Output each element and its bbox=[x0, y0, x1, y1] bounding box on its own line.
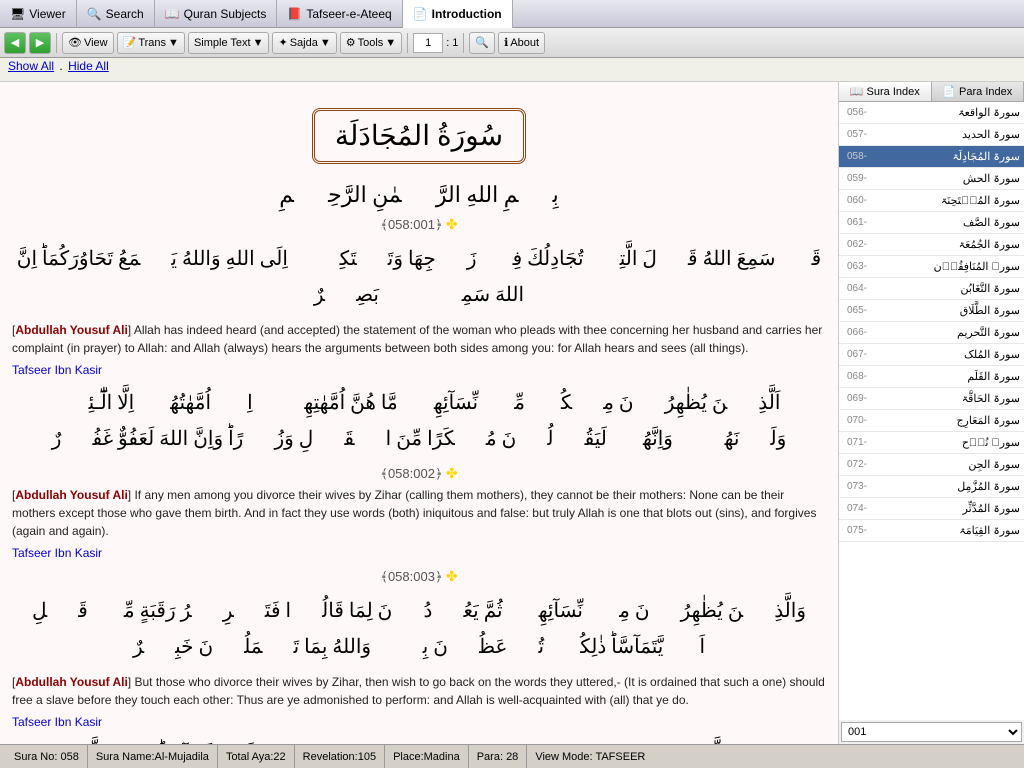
star-icon-3: ✤ bbox=[446, 568, 458, 584]
secondary-toolbar: Show All . Hide All bbox=[0, 58, 1024, 82]
verse-arabic-1: ✤ ﴿058:001﴾ قَدۡ سَمِعَ اللهُ قَوۡلَ الَ… bbox=[12, 216, 826, 313]
sura-list-item[interactable]: سورۃ الجُمُعَۃ062- bbox=[839, 234, 1024, 256]
viewer-icon: 🖥 bbox=[10, 7, 25, 21]
sura-list-item[interactable]: سورۃ الصَّف061- bbox=[839, 212, 1024, 234]
status-sura-no: Sura No: 058 bbox=[6, 745, 88, 768]
hide-all-link[interactable]: Hide All bbox=[68, 59, 109, 73]
sajda-arrow: ▼ bbox=[320, 37, 331, 49]
page-sep: : 1 bbox=[446, 37, 458, 49]
sura-list-item[interactable]: سورۃ المَعَارِج070- bbox=[839, 410, 1024, 432]
sura-list-item[interactable]: سورۃ الطَّلَاق065- bbox=[839, 300, 1024, 322]
sura-list-item[interactable]: سورۃ القَلَم068- bbox=[839, 366, 1024, 388]
para-select[interactable]: 001 bbox=[841, 722, 1022, 742]
search-icon: 🔍 bbox=[475, 36, 489, 49]
info-icon: ℹ bbox=[504, 36, 508, 49]
surah-title-container: سُورَةُ المُجَادَلَة bbox=[12, 98, 826, 174]
translation-2: [Abdullah Yousuf Ali] If any men among y… bbox=[12, 486, 826, 540]
sura-list-item[interactable]: سورۃ المُمۡتَحِنَۃ060- bbox=[839, 190, 1024, 212]
tab-quran-subjects[interactable]: 📖 Quran Subjects bbox=[155, 0, 278, 28]
verse-block-4: فَمَنۡ لَّمۡ يَجِدۡ فَصِيَامُ شَهۡرَيۡنِ… bbox=[12, 737, 826, 744]
sura-list-item[interactable]: سورۃ الجِن072- bbox=[839, 454, 1024, 476]
verse-block-1: ✤ ﴿058:001﴾ قَدۡ سَمِعَ اللهُ قَوۡلَ الَ… bbox=[12, 216, 826, 377]
tab-search[interactable]: 🔍 Search bbox=[77, 0, 155, 28]
sura-list-item[interactable]: سورۃ المُلک067- bbox=[839, 344, 1024, 366]
sura-list-item[interactable]: سورۃ القِیَامَۃ075- bbox=[839, 520, 1024, 542]
intro-icon: 📄 bbox=[413, 7, 428, 21]
sura-list-item[interactable]: سورۃ المُجَادِلَۃ058- bbox=[839, 146, 1024, 168]
main-toolbar: ◀ ▶ 👁 View 📝 Trans ▼ Simple Text ▼ ✦ Saj… bbox=[0, 28, 1024, 58]
dot-sep: . bbox=[59, 59, 62, 73]
search-button[interactable]: 🔍 bbox=[469, 32, 495, 54]
simple-text-arrow: ▼ bbox=[253, 37, 264, 49]
status-sura-name: Sura Name:Al-Mujadila bbox=[88, 745, 218, 768]
trans-icon: 📝 bbox=[123, 36, 137, 49]
sura-list-item[interactable]: سورۃ الحَاقَّۃ069- bbox=[839, 388, 1024, 410]
sajda-icon: ✦ bbox=[278, 36, 287, 49]
main-area: سُورَةُ المُجَادَلَة بِسۡمِ اللهِ الرَّح… bbox=[0, 82, 1024, 744]
trans-button[interactable]: 📝 Trans ▼ bbox=[117, 32, 185, 54]
translation-3: [Abdullah Yousuf Ali] But those who divo… bbox=[12, 673, 826, 709]
sura-list-item[interactable]: سورۃ التَّغَابُن064- bbox=[839, 278, 1024, 300]
verse-arabic-3: ✤ ﴿058:003﴾ وَالَّذِيۡنَ يُظٰهِرُوۡنَ مِ… bbox=[12, 568, 826, 665]
sura-list-item[interactable]: سورۃ الحدید057- bbox=[839, 124, 1024, 146]
verse-block-3: ✤ ﴿058:003﴾ وَالَّذِيۡنَ يُظٰهِرُوۡنَ مِ… bbox=[12, 568, 826, 729]
tafseer-link-3[interactable]: Tafseer Ibn Kasir bbox=[12, 715, 826, 729]
titlebar: 🖥 Viewer 🔍 Search 📖 Quran Subjects 📕 Taf… bbox=[0, 0, 1024, 28]
sura-index-tab[interactable]: 📖 Sura Index bbox=[839, 82, 932, 101]
about-button[interactable]: ℹ About bbox=[498, 32, 545, 54]
forward-button[interactable]: ▶ bbox=[29, 32, 51, 54]
star-icon-2: ✤ bbox=[446, 465, 458, 481]
sura-list-item[interactable]: سورۃ المُنَافِقُوۡن063- bbox=[839, 256, 1024, 278]
tafseer-link-2[interactable]: Tafseer Ibn Kasir bbox=[12, 546, 826, 560]
sura-list: سورۃ الواقعۃ056-سورۃ الحدید057-سورۃ المُ… bbox=[839, 102, 1024, 720]
status-place: Place:Madina bbox=[385, 745, 469, 768]
tab-tafseer-e-ateeq[interactable]: 📕 Tafseer-e-Ateeq bbox=[277, 0, 402, 28]
simple-text-button[interactable]: Simple Text ▼ bbox=[188, 32, 270, 54]
show-all-link[interactable]: Show All bbox=[8, 59, 54, 73]
status-revelation: Revelation:105 bbox=[295, 745, 385, 768]
sura-list-item[interactable]: سورۃ المُدَّثِّر074- bbox=[839, 498, 1024, 520]
quran-icon: 📖 bbox=[165, 7, 180, 21]
tools-button[interactable]: ⚙ Tools ▼ bbox=[340, 32, 402, 54]
page-input[interactable] bbox=[413, 33, 443, 53]
verse-arabic-2: اَلَّذِيۡنَ يُظٰهِرُوۡنَ مِنۡكُمۡ مِّنۡ … bbox=[12, 385, 826, 482]
sura-list-item[interactable]: سورۃ المُزَّمِل073- bbox=[839, 476, 1024, 498]
sep2 bbox=[407, 33, 408, 53]
show-hide-bar: Show All . Hide All bbox=[8, 59, 109, 73]
tools-arrow: ▼ bbox=[385, 37, 396, 49]
status-view-mode: View Mode: TAFSEER bbox=[527, 745, 653, 768]
view-icon: 👁 bbox=[68, 36, 82, 49]
sajda-button[interactable]: ✦ Sajda ▼ bbox=[272, 32, 336, 54]
para-icon: 📄 bbox=[942, 86, 956, 98]
tools-icon: ⚙ bbox=[346, 36, 356, 49]
surah-title: سُورَةُ المُجَادَلَة bbox=[312, 108, 526, 164]
back-button[interactable]: ◀ bbox=[4, 32, 26, 54]
sura-list-item[interactable]: سورۃ نُوۡح071- bbox=[839, 432, 1024, 454]
tab-introduction[interactable]: 📄 Introduction bbox=[403, 0, 513, 28]
right-panel: 📖 Sura Index 📄 Para Index سورۃ الواقعۃ05… bbox=[839, 82, 1024, 744]
sep1 bbox=[56, 33, 57, 53]
trans-arrow: ▼ bbox=[168, 37, 179, 49]
status-total-aya: Total Aya:22 bbox=[218, 745, 295, 768]
sura-list-item[interactable]: سورۃ التَّحریم066- bbox=[839, 322, 1024, 344]
search-tab-icon: 🔍 bbox=[87, 7, 102, 21]
para-index-tab[interactable]: 📄 Para Index bbox=[932, 82, 1024, 101]
verse-block-2: اَلَّذِيۡنَ يُظٰهِرُوۡنَ مِنۡكُمۡ مِّنۡ … bbox=[12, 385, 826, 560]
tafseer-icon: 📕 bbox=[287, 7, 302, 21]
bismillah: بِسۡمِ اللهِ الرَّحۡمٰنِ الرَّحِيۡمِ bbox=[12, 182, 826, 208]
content-area: سُورَةُ المُجَادَلَة بِسۡمِ اللهِ الرَّح… bbox=[0, 82, 839, 744]
sep3 bbox=[463, 33, 464, 53]
translation-1: [Abdullah Yousuf Ali] Allah has indeed h… bbox=[12, 321, 826, 357]
view-button[interactable]: 👁 View bbox=[62, 32, 114, 54]
book-icon: 📖 bbox=[850, 86, 864, 98]
sura-list-item[interactable]: سورۃ الواقعۃ056- bbox=[839, 102, 1024, 124]
status-para: Para: 28 bbox=[469, 745, 528, 768]
verse-arabic-4: فَمَنۡ لَّمۡ يَجِدۡ فَصِيَامُ شَهۡرَيۡنِ… bbox=[12, 737, 826, 744]
statusbar: Sura No: 058 Sura Name:Al-Mujadila Total… bbox=[0, 744, 1024, 768]
right-tab-bar: 📖 Sura Index 📄 Para Index bbox=[839, 82, 1024, 102]
tafseer-link-1[interactable]: Tafseer Ibn Kasir bbox=[12, 363, 826, 377]
sura-list-item[interactable]: سورۃ الحش059- bbox=[839, 168, 1024, 190]
star-icon-1: ✤ bbox=[446, 216, 458, 232]
tab-viewer[interactable]: 🖥 Viewer bbox=[0, 0, 77, 28]
